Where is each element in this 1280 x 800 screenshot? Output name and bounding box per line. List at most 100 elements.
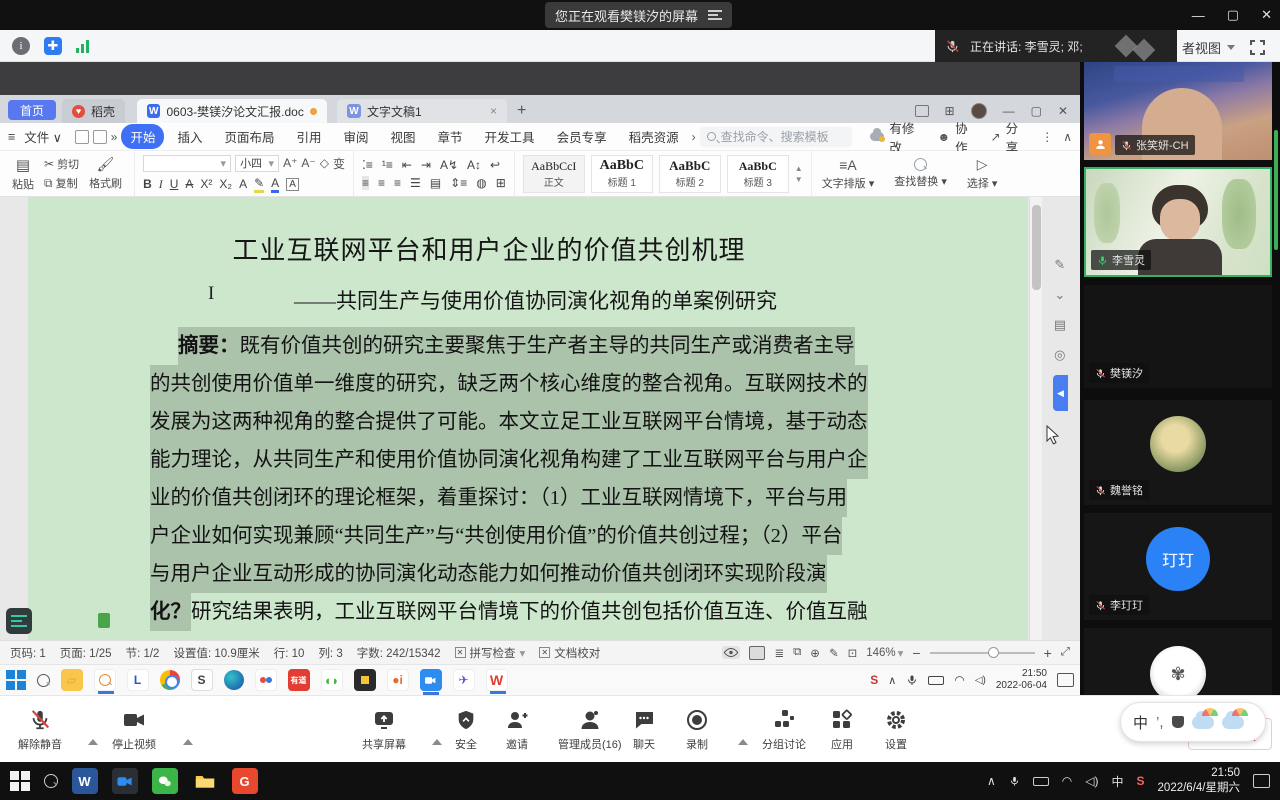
copy-button[interactable]: ⧉复制 — [44, 175, 79, 191]
meeting-taskbar-icon[interactable] — [112, 768, 138, 794]
shrink-font-icon[interactable]: A⁻ — [301, 156, 315, 170]
font-name-combobox[interactable]: ▾ — [143, 155, 231, 172]
format-painter-button[interactable]: 🖌︎格式刷 — [85, 156, 126, 191]
participant-tile-5[interactable]: 玎玎 李玎玎 — [1084, 513, 1272, 620]
zoom-in-button[interactable]: + — [1044, 645, 1052, 661]
italic-button[interactable]: I — [159, 177, 163, 192]
hamburger-icon[interactable]: ≡ — [8, 130, 16, 144]
minimize-button[interactable]: — — [1192, 8, 1205, 23]
pinyin-icon[interactable]: 变 — [333, 155, 345, 172]
cut-button[interactable]: ✂剪切 — [44, 156, 79, 172]
close-button[interactable]: ✕ — [1261, 7, 1272, 23]
wifi-icon[interactable]: ◠ — [1062, 774, 1072, 788]
menu-tab-section[interactable]: 章节 — [429, 124, 472, 149]
taskbar-clock[interactable]: 21:50 2022/6/4/星期六 — [1158, 766, 1240, 796]
chevron-icon[interactable]: ⌄ — [1054, 287, 1065, 303]
tab-home[interactable]: 首页 — [8, 100, 56, 120]
menu-tab-insert[interactable]: 插入 — [168, 124, 211, 149]
tray-mic-icon[interactable] — [906, 673, 918, 687]
ime-toolbar[interactable]: 中 ’, — [1120, 702, 1266, 742]
nav-float-button[interactable] — [6, 608, 32, 634]
banner-menu-icon[interactable] — [708, 10, 722, 20]
style-heading1[interactable]: AaBbC 标题 1 — [591, 155, 653, 193]
share-options-caret[interactable] — [432, 722, 442, 740]
manage-members-button[interactable]: 管理成员(16) — [558, 708, 622, 752]
wrap-icon[interactable]: ↩ — [490, 158, 500, 172]
locate-icon[interactable]: ◎ — [1054, 347, 1065, 363]
share-screen-button[interactable]: 共享屏幕 — [362, 708, 406, 752]
menu-tab-view[interactable]: 视图 — [382, 124, 425, 149]
zoom-out-button[interactable]: − — [912, 645, 920, 661]
font-color-icon[interactable]: A — [271, 176, 279, 193]
doc-scrollbar-thumb[interactable] — [1032, 205, 1041, 290]
menu-tab-devtools[interactable]: 开发工具 — [476, 124, 544, 149]
tray-mic-icon[interactable] — [1009, 774, 1020, 788]
sogou-tray-icon[interactable]: S — [1137, 774, 1145, 788]
style-heading3[interactable]: AaBbC 标题 3 — [727, 155, 789, 193]
tab-document-active[interactable]: W 0603-樊镁汐论文汇报.docx — [137, 99, 327, 123]
wps-close-button[interactable]: ✕ — [1058, 104, 1068, 118]
export-icon[interactable] — [93, 130, 107, 144]
menu-tab-docer-res[interactable]: 稻壳资源 — [620, 124, 688, 149]
folder-taskbar-icon[interactable] — [192, 768, 218, 794]
distribute-icon[interactable]: ▤ — [430, 176, 441, 190]
tab-document-2[interactable]: W 文字文稿1 × — [337, 99, 507, 123]
find-replace-tool[interactable]: 查找替换 ▾ — [884, 151, 957, 196]
shading-icon[interactable]: ◍ — [476, 176, 486, 190]
doc-scrollbar[interactable] — [1029, 197, 1042, 640]
sort-icon[interactable]: A↕ — [467, 158, 481, 172]
select-tool[interactable]: ▷ 选择 ▾ — [957, 151, 1008, 196]
security-button[interactable]: 安全 — [455, 708, 477, 752]
apps-button[interactable]: 应用 — [830, 708, 854, 752]
proofing-toggle[interactable]: ✕ 文档校对 — [539, 645, 600, 661]
status-wordcount[interactable]: 字数: 242/15342 — [357, 645, 441, 661]
align-left-icon[interactable]: ≡ — [362, 176, 369, 190]
battery-icon[interactable] — [928, 676, 944, 685]
align-right-icon[interactable]: ≡ — [394, 176, 401, 190]
sogou-ime-icon[interactable]: S — [870, 673, 878, 687]
taskbar-search-icon[interactable] — [37, 674, 50, 687]
invite-button[interactable]: 邀请 — [505, 708, 529, 752]
collaborate-button[interactable]: ☻ 协作 — [937, 118, 976, 156]
grow-font-icon[interactable]: A⁺ — [283, 156, 297, 170]
modified-status[interactable]: 有修改 — [870, 118, 924, 156]
participant-tile-6[interactable]: ✾ — [1084, 628, 1272, 695]
network-signal-icon[interactable] — [76, 39, 89, 53]
comment-pen-icon[interactable]: ✎ — [1054, 257, 1065, 273]
ime-indicator[interactable]: 中 — [1112, 773, 1124, 790]
record-options-caret[interactable] — [738, 722, 748, 740]
participant-tile-1[interactable]: 张笑妍-CH — [1084, 62, 1272, 160]
text-direction-icon[interactable]: A↯ — [440, 158, 458, 172]
superscript-icon[interactable]: X² — [200, 177, 212, 191]
meeting-protect-icon[interactable]: ✚ — [44, 37, 62, 55]
style-normal[interactable]: AaBbCcI 正文 — [523, 155, 585, 193]
menu-tab-review[interactable]: 审阅 — [335, 124, 378, 149]
wps-minimize-button[interactable]: — — [1003, 104, 1015, 118]
mic-options-caret[interactable] — [88, 722, 98, 740]
menu-tab-pagelayout[interactable]: 页面布局 — [215, 124, 283, 149]
fullscreen-toggle-icon[interactable]: ⤢ — [1061, 646, 1070, 659]
layout-view-dropdown[interactable]: 者视图 — [1182, 38, 1235, 57]
read-view-icon[interactable]: ⧉ — [793, 646, 801, 659]
new-tab-button[interactable]: + — [507, 99, 536, 123]
settings-button[interactable]: 设置 — [884, 708, 908, 752]
video-options-caret[interactable] — [183, 722, 193, 740]
breakout-button[interactable]: 分组讨论 — [762, 708, 806, 752]
youdao-icon[interactable]: 有道 — [288, 669, 310, 691]
action-center-icon[interactable] — [1057, 673, 1074, 687]
orange-search-app-icon[interactable] — [94, 669, 116, 691]
participants-scrollbar[interactable] — [1274, 130, 1278, 250]
person-tool-icon[interactable]: ✈ — [453, 669, 475, 691]
zoom-slider-handle[interactable] — [988, 647, 999, 658]
start-button[interactable] — [10, 771, 30, 791]
grid-icon[interactable]: ⊞ — [945, 104, 955, 118]
numbering-icon[interactable]: ¹≡ — [382, 158, 393, 172]
bullets-icon[interactable]: ⁚≡ — [362, 158, 373, 172]
g-app-taskbar-icon[interactable]: G — [232, 768, 258, 794]
fullscreen-icon[interactable] — [1250, 40, 1265, 55]
menu-file[interactable]: 文件 ∨ — [20, 124, 71, 149]
l-app-icon[interactable]: L — [127, 669, 149, 691]
overflow-chevron-icon[interactable]: › — [692, 130, 696, 144]
spellcheck-toggle[interactable]: ✕ 拼写检查▾ — [455, 645, 526, 661]
shared-clock[interactable]: 21:50 2022-06-04 — [996, 668, 1047, 693]
